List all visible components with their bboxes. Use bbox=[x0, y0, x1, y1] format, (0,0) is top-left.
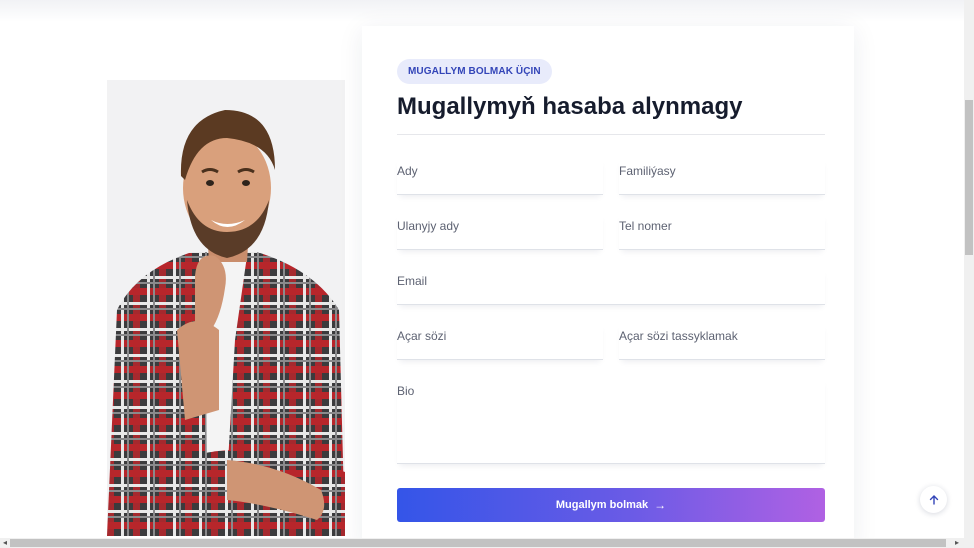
scroll-to-top-button[interactable] bbox=[920, 486, 947, 513]
email-field[interactable]: Email bbox=[397, 268, 825, 305]
page-title: Mugallymyň hasaba alynmagy bbox=[397, 93, 743, 120]
first-name-field[interactable]: Ady bbox=[397, 158, 603, 195]
vertical-scroll-thumb[interactable] bbox=[965, 100, 973, 255]
submit-label: Mugallym bolmak bbox=[555, 499, 649, 511]
scroll-right-icon[interactable]: ▸ bbox=[952, 538, 962, 548]
last-name-field[interactable]: Familiýasy bbox=[619, 158, 825, 195]
confirm-password-field[interactable]: Açar sözi tassyklamak bbox=[619, 323, 825, 360]
vertical-scrollbar[interactable] bbox=[964, 0, 974, 538]
submit-button[interactable]: Mugallym bolmak → bbox=[397, 488, 825, 522]
teacher-photo bbox=[107, 80, 345, 536]
username-field[interactable]: Ulanyjy ady bbox=[397, 213, 603, 250]
teacher-portrait-illustration bbox=[107, 110, 345, 536]
bio-textarea[interactable]: Bio bbox=[397, 378, 825, 464]
section-badge: MUGALLYM BOLMAK ÜÇIN bbox=[397, 59, 552, 84]
horizontal-scroll-thumb[interactable] bbox=[10, 539, 946, 547]
registration-card: MUGALLYM BOLMAK ÜÇIN Mugallymyň hasaba a… bbox=[362, 26, 854, 548]
arrow-right-icon: → bbox=[654, 498, 667, 512]
divider bbox=[397, 134, 825, 135]
top-band bbox=[0, 0, 964, 22]
arrow-up-icon bbox=[929, 494, 938, 505]
password-field[interactable]: Açar sözi bbox=[397, 323, 603, 360]
phone-field[interactable]: Tel nomer bbox=[619, 213, 825, 250]
scroll-left-icon[interactable]: ◂ bbox=[0, 538, 10, 548]
horizontal-scrollbar[interactable]: ◂ ▸ bbox=[0, 538, 974, 548]
